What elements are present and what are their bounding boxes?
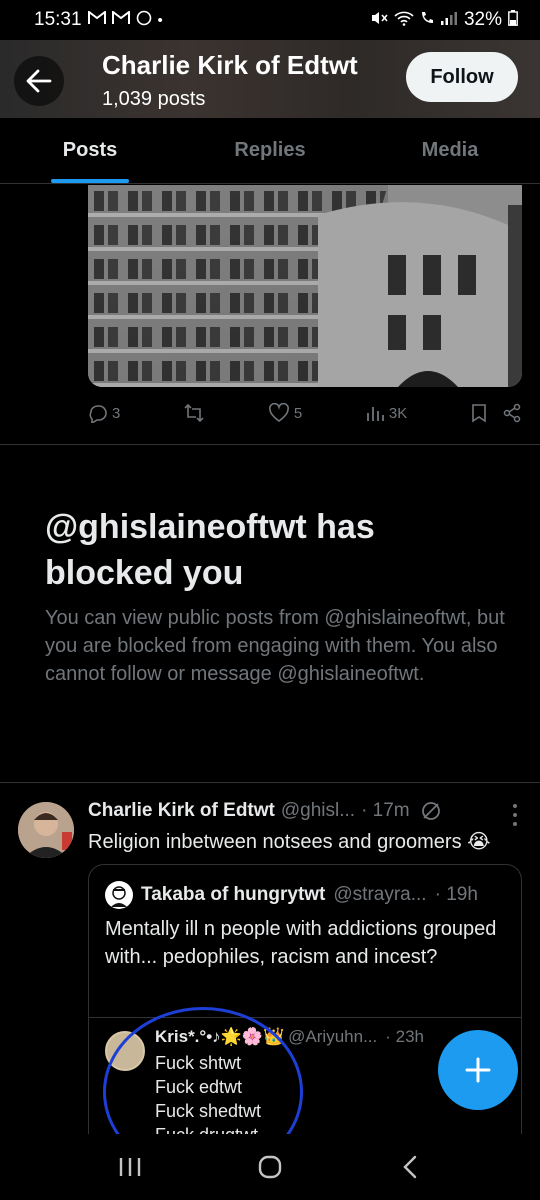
post-count: 1,039 posts (102, 88, 206, 110)
heart-icon (268, 403, 289, 422)
profile-tabs: Posts Replies Media (0, 118, 540, 184)
quoted-tweet[interactable]: Takaba of hungrytwt @strayra... · 19h Me… (88, 864, 522, 1164)
recent-apps-button[interactable] (100, 1142, 160, 1192)
like-count: 5 (293, 404, 303, 422)
quote-text: Mentally ill n people with addictions gr… (105, 918, 497, 968)
building-photo (88, 185, 522, 387)
signal-icon (440, 11, 458, 29)
view-count: 3K (388, 404, 408, 422)
bookmark-icon[interactable] (470, 403, 488, 423)
blocked-description: You can view public posts from @ghislain… (45, 607, 505, 685)
divider (0, 782, 540, 783)
post-extra-actions (470, 403, 522, 423)
tweet-author-handle[interactable]: @ghisl... (281, 800, 355, 822)
like-button[interactable]: 5 (268, 403, 302, 423)
wifi-icon (394, 10, 414, 30)
gmail-icon (111, 10, 130, 29)
battery-percent: 32% (463, 9, 502, 30)
home-icon (258, 1155, 282, 1179)
status-time: 15:31 (34, 9, 82, 30)
quote-avatar (105, 881, 133, 909)
profile-header: Charlie Kirk of Edtwt 1,039 posts Follow (0, 40, 540, 118)
divider (0, 444, 540, 445)
grok-icon[interactable] (420, 800, 442, 822)
quote-header: Takaba of hungrytwt @strayra... · 19h (105, 881, 478, 909)
notification-dot-icon: • (157, 11, 163, 29)
mute-icon (370, 10, 388, 30)
whatsapp-icon (136, 10, 152, 30)
post-actions: 3 5 3K (88, 396, 522, 430)
inner-time: · 23h (385, 1027, 424, 1046)
active-tab-indicator (51, 179, 129, 183)
repost-button[interactable] (183, 403, 205, 423)
blocked-title: @ghislaineoftwt has blocked you (45, 508, 375, 592)
tab-label: Posts (62, 139, 118, 161)
tab-label: Media (421, 139, 479, 161)
follow-button[interactable]: Follow (406, 52, 518, 102)
back-chevron-icon (403, 1155, 417, 1179)
back-button[interactable] (14, 56, 64, 106)
avatar[interactable] (18, 802, 74, 858)
recent-apps-icon (119, 1158, 141, 1176)
back-nav-button[interactable] (380, 1142, 440, 1192)
tweet-header: Charlie Kirk of Edtwt @ghisl... · 17m (88, 800, 518, 822)
compose-button[interactable] (438, 1030, 518, 1110)
reply-button[interactable]: 3 (88, 403, 120, 423)
home-button[interactable] (240, 1142, 300, 1192)
views-button[interactable]: 3K (365, 403, 407, 423)
quote-time: · 19h (434, 884, 478, 905)
call-icon (420, 11, 434, 29)
reply-count: 3 (112, 404, 121, 422)
battery-icon (508, 10, 518, 30)
inner-author-handle: @Ariyuhn... (288, 1027, 378, 1046)
back-arrow-icon (26, 69, 52, 93)
views-icon (366, 407, 384, 421)
tweet-author-name[interactable]: Charlie Kirk of Edtwt (88, 800, 275, 822)
gmail-icon (87, 10, 106, 29)
profile-name: Charlie Kirk of Edtwt (102, 50, 358, 80)
tweet-time: · 17m (361, 800, 410, 821)
quote-author-handle: @strayra... (333, 884, 427, 905)
avatar-photo (18, 802, 74, 858)
tab-replies[interactable]: Replies (180, 118, 360, 183)
tab-posts[interactable]: Posts (0, 118, 180, 183)
system-nav-bar (0, 1134, 540, 1200)
tab-media[interactable]: Media (360, 118, 540, 183)
tab-label: Replies (234, 139, 306, 161)
share-icon[interactable] (502, 403, 522, 423)
quote-author-name: Takaba of hungrytwt (141, 884, 326, 905)
more-options-icon[interactable] (512, 804, 518, 826)
plus-icon (465, 1057, 491, 1083)
tweet-text: Religion inbetween notsees and groomers … (88, 831, 491, 853)
repost-icon (184, 403, 204, 423)
reply-icon (89, 405, 107, 423)
status-bar: 15:31 • 32% (0, 0, 540, 40)
post-image[interactable] (88, 185, 522, 387)
